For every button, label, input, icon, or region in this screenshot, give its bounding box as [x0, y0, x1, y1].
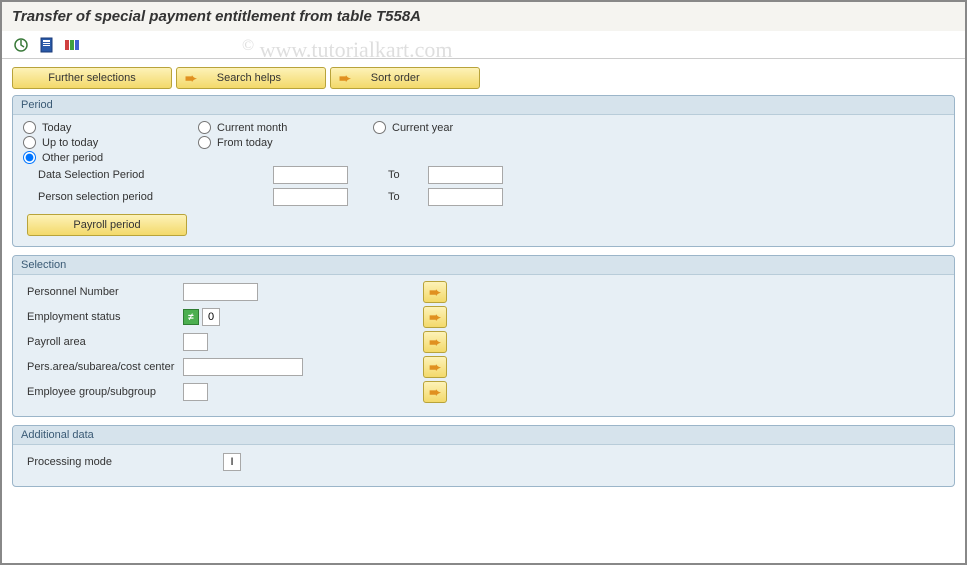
sort-order-label: Sort order [371, 72, 420, 84]
to-label: To [388, 169, 418, 181]
arrow-right-icon: ➨ [429, 284, 441, 301]
not-equal-icon[interactable]: ≠ [183, 309, 199, 325]
radio-other-period[interactable]: Other period [23, 151, 198, 164]
payroll-area-input[interactable] [183, 333, 208, 351]
additional-data-group: Additional data Processing mode [12, 425, 955, 487]
further-selections-button[interactable]: Further selections [12, 67, 172, 89]
arrow-right-icon: ➨ [339, 70, 351, 87]
radio-from-today[interactable]: From today [198, 136, 373, 149]
additional-data-header: Additional data [13, 426, 954, 445]
pers-area-label: Pers.area/subarea/cost center [23, 361, 183, 373]
arrow-right-icon: ➨ [185, 70, 197, 87]
employment-status-input[interactable] [202, 308, 220, 326]
processing-mode-label: Processing mode [23, 456, 223, 468]
selection-header: Selection [13, 256, 954, 275]
processing-mode-input[interactable] [223, 453, 241, 471]
multi-select-button[interactable]: ➨ [423, 381, 447, 403]
color-bars-icon[interactable] [64, 36, 82, 54]
payroll-period-button[interactable]: Payroll period [27, 214, 187, 236]
radio-today[interactable]: Today [23, 121, 198, 134]
search-helps-label: Search helps [217, 72, 281, 84]
multi-select-button[interactable]: ➨ [423, 331, 447, 353]
arrow-right-icon: ➨ [429, 359, 441, 376]
personnel-number-input[interactable] [183, 283, 258, 301]
multi-select-button[interactable]: ➨ [423, 306, 447, 328]
period-header: Period [13, 96, 954, 115]
arrow-right-icon: ➨ [429, 334, 441, 351]
data-selection-to-input[interactable] [428, 166, 503, 184]
multi-select-button[interactable]: ➨ [423, 356, 447, 378]
sort-order-button[interactable]: ➨ Sort order [330, 67, 480, 89]
page-title: Transfer of special payment entitlement … [2, 2, 965, 31]
radio-up-to-today[interactable]: Up to today [23, 136, 198, 149]
person-selection-to-input[interactable] [428, 188, 503, 206]
pers-area-input[interactable] [183, 358, 303, 376]
employee-group-input[interactable] [183, 383, 208, 401]
search-helps-button[interactable]: ➨ Search helps [176, 67, 326, 89]
icon-toolbar [2, 31, 965, 59]
payroll-area-label: Payroll area [23, 336, 183, 348]
employee-group-label: Employee group/subgroup [23, 386, 183, 398]
period-group: Period Today Current month Current year … [12, 95, 955, 247]
person-selection-from-input[interactable] [273, 188, 348, 206]
selection-group: Selection Personnel Number ➨ Employment … [12, 255, 955, 417]
employment-status-label: Employment status [23, 311, 183, 323]
data-selection-label: Data Selection Period [23, 169, 273, 181]
document-icon[interactable] [38, 36, 56, 54]
multi-select-button[interactable]: ➨ [423, 281, 447, 303]
arrow-right-icon: ➨ [429, 309, 441, 326]
radio-current-month[interactable]: Current month [198, 121, 373, 134]
data-selection-from-input[interactable] [273, 166, 348, 184]
personnel-number-label: Personnel Number [23, 286, 183, 298]
execute-icon[interactable] [12, 36, 30, 54]
selection-buttons-row: Further selections ➨ Search helps ➨ Sort… [12, 67, 955, 89]
person-selection-label: Person selection period [23, 191, 273, 203]
arrow-right-icon: ➨ [429, 384, 441, 401]
radio-current-year[interactable]: Current year [373, 121, 548, 134]
to-label: To [388, 191, 418, 203]
